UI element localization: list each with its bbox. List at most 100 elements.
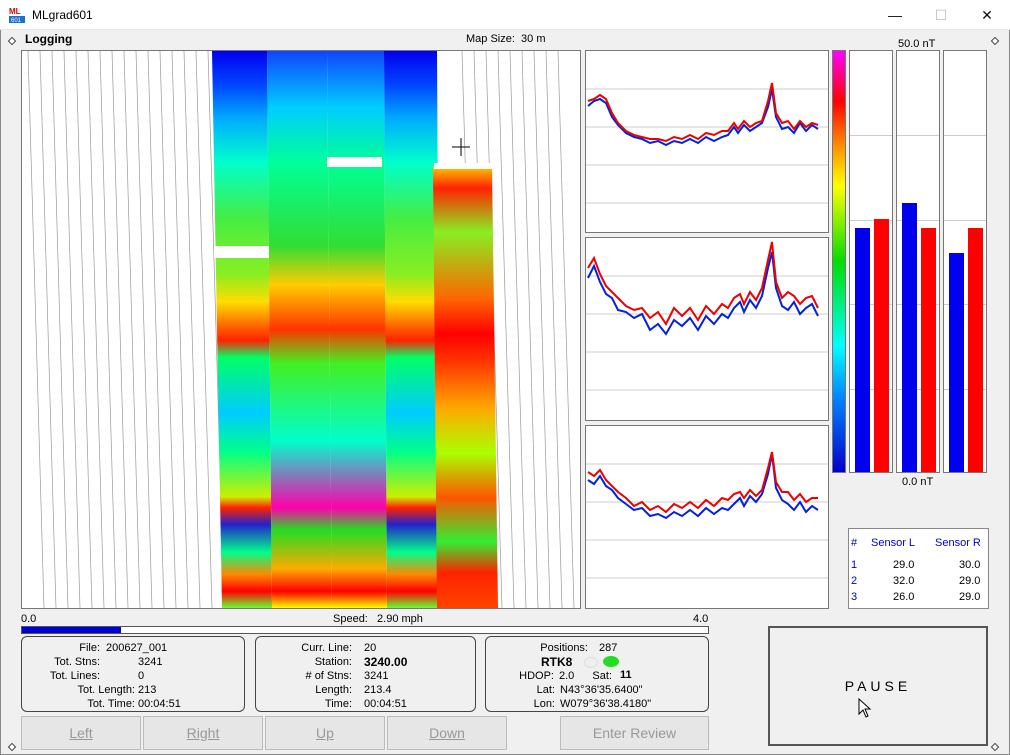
total-stations-value: 3241 (138, 656, 163, 668)
station-label: Station: (314, 656, 352, 668)
total-length-value: 213 (138, 684, 157, 696)
pause-button[interactable]: PAUSE (768, 626, 988, 746)
number-of-stations-value: 3241 (364, 670, 389, 682)
total-length-label: Tot. Length: (77, 684, 136, 696)
scale-min-label: 0.0 nT (902, 476, 934, 488)
sensor-2-left-trace (587, 251, 819, 336)
sensor-1-profile-chart (585, 50, 829, 233)
table-cell-sensor-r: 29.0 (959, 591, 981, 603)
satellites-value: 11 (620, 669, 632, 681)
minimize-icon[interactable]: — (872, 0, 918, 30)
survey-map[interactable] (21, 50, 581, 609)
right-button[interactable]: Right (143, 716, 263, 750)
close-icon[interactable]: ✕ (964, 0, 1010, 30)
sensor-3-profile-chart (585, 425, 829, 609)
up-button[interactable]: Up (265, 716, 385, 750)
longitude-value: W079°36'38.4180" (560, 698, 652, 710)
current-line-value: 20 (364, 642, 377, 654)
sensor-1-right-trace (587, 82, 819, 143)
color-scale-bar (832, 50, 846, 473)
sensor-3-left-bar (949, 253, 964, 472)
magnetic-data-swaths (212, 51, 498, 608)
table-cell-sensor-l: 29.0 (893, 559, 915, 571)
number-of-stations-label: # of Stns: (305, 670, 352, 682)
map-size-label: Map Size: 30 m (466, 33, 546, 45)
file-label: File: (79, 642, 100, 654)
station-value: 3240.00 (364, 655, 408, 669)
table-row-index: 1 (851, 559, 858, 571)
total-stations-label: Tot. Stns: (54, 656, 100, 668)
total-time-value: 00:04:51 (138, 698, 181, 710)
mlgrad-app-icon: ML 601 (8, 6, 26, 24)
svg-text:601: 601 (11, 18, 22, 24)
sensor-values-table: # Sensor L Sensor R 1 29.0 30.0 2 32.0 2… (848, 528, 989, 609)
sensor-3-right-bar (968, 228, 983, 472)
hdop-label: HDOP: (519, 670, 554, 682)
satellites-label: Sat: (592, 670, 612, 682)
sensor-1-left-trace (587, 88, 819, 147)
logging-status: Logging (25, 32, 73, 46)
gps-fix-indicator-icon (603, 656, 619, 667)
speed-value: 2.90 mph (377, 613, 423, 625)
enter-review-button[interactable]: Enter Review (560, 716, 709, 750)
table-cell-sensor-l: 32.0 (893, 575, 915, 587)
speed-max-label: 4.0 (693, 613, 709, 625)
crosshair-icon (452, 138, 470, 156)
table-row-index: 2 (851, 575, 858, 587)
gps-fix-label: RTK8 (541, 655, 573, 669)
sensor-1-left-bar (855, 228, 870, 472)
line-time-label: Time: (324, 698, 352, 710)
current-line-label: Curr. Line: (301, 642, 352, 654)
table-cell-sensor-r: 30.0 (959, 559, 981, 571)
table-row-index: 3 (851, 591, 858, 603)
speed-readout: Speed: 2.90 mph (333, 613, 423, 625)
longitude-label: Lon: (533, 698, 555, 710)
svg-text:ML: ML (9, 7, 21, 16)
total-lines-value: 0 (138, 670, 145, 682)
scale-max-label: 50.0 nT (898, 38, 936, 50)
sensor-1-profile-plot (586, 82, 828, 204)
file-info-panel: File: 200627_001 Tot. Stns: 3241 Tot. Li… (21, 636, 245, 712)
table-header-sensor-l: Sensor L (871, 537, 916, 549)
sensor-2-bar-panel (896, 50, 940, 473)
latitude-value: N43°36'35.6400" (560, 684, 643, 696)
line-info-panel: Curr. Line: 20 Station: 3240.00 # of Stn… (255, 636, 476, 712)
speed-caption: Speed: (333, 613, 368, 625)
survey-map-canvas[interactable] (22, 51, 580, 608)
table-header-index: # (851, 537, 858, 549)
total-time-label: Tot. Time: (87, 698, 135, 710)
speed-min-label: 0.0 (21, 613, 37, 625)
table-cell-sensor-r: 29.0 (959, 575, 981, 587)
table-cell-sensor-l: 26.0 (893, 591, 915, 603)
title-bar: ML 601 MLgrad601 — ☐ ✕ (0, 0, 1010, 30)
speed-bar-fill (22, 627, 121, 633)
hdop-value: 2.0 (559, 670, 575, 682)
down-button[interactable]: Down (387, 716, 507, 750)
gps-status-indicator-icon (584, 657, 598, 668)
sensor-3-right-trace (587, 451, 818, 514)
positions-label: Positions: (540, 642, 588, 654)
window-title: MLgrad601 (32, 8, 93, 22)
line-length-value: 213.4 (364, 684, 392, 696)
file-value: 200627_001 (106, 642, 168, 654)
latitude-label: Lat: (536, 684, 555, 696)
line-time-value: 00:04:51 (364, 698, 407, 710)
sensor-1-bar-panel (849, 50, 893, 473)
sensor-3-profile-plot (586, 451, 828, 579)
sensor-2-left-bar (902, 203, 917, 472)
sensor-2-profile-plot (586, 241, 828, 391)
map-size-caption: Map Size: (466, 33, 515, 45)
left-button[interactable]: Left (21, 716, 141, 750)
sensor-2-right-bar (921, 228, 936, 472)
mouse-pointer-icon (858, 698, 872, 718)
map-size-value: 30 m (521, 33, 546, 45)
total-lines-label: Tot. Lines: (49, 670, 100, 682)
positions-value: 287 (599, 642, 618, 654)
sensor-3-bar-panel (943, 50, 987, 473)
line-length-label: Length: (315, 684, 352, 696)
gps-info-panel: Positions: 287 RTK8 HDOP: 2.0 Sat: 11 La… (485, 636, 709, 712)
table-header-sensor-r: Sensor R (935, 537, 981, 549)
maximize-icon[interactable]: ☐ (918, 0, 964, 30)
speed-bar (21, 626, 709, 634)
sensor-1-right-bar (874, 219, 889, 472)
